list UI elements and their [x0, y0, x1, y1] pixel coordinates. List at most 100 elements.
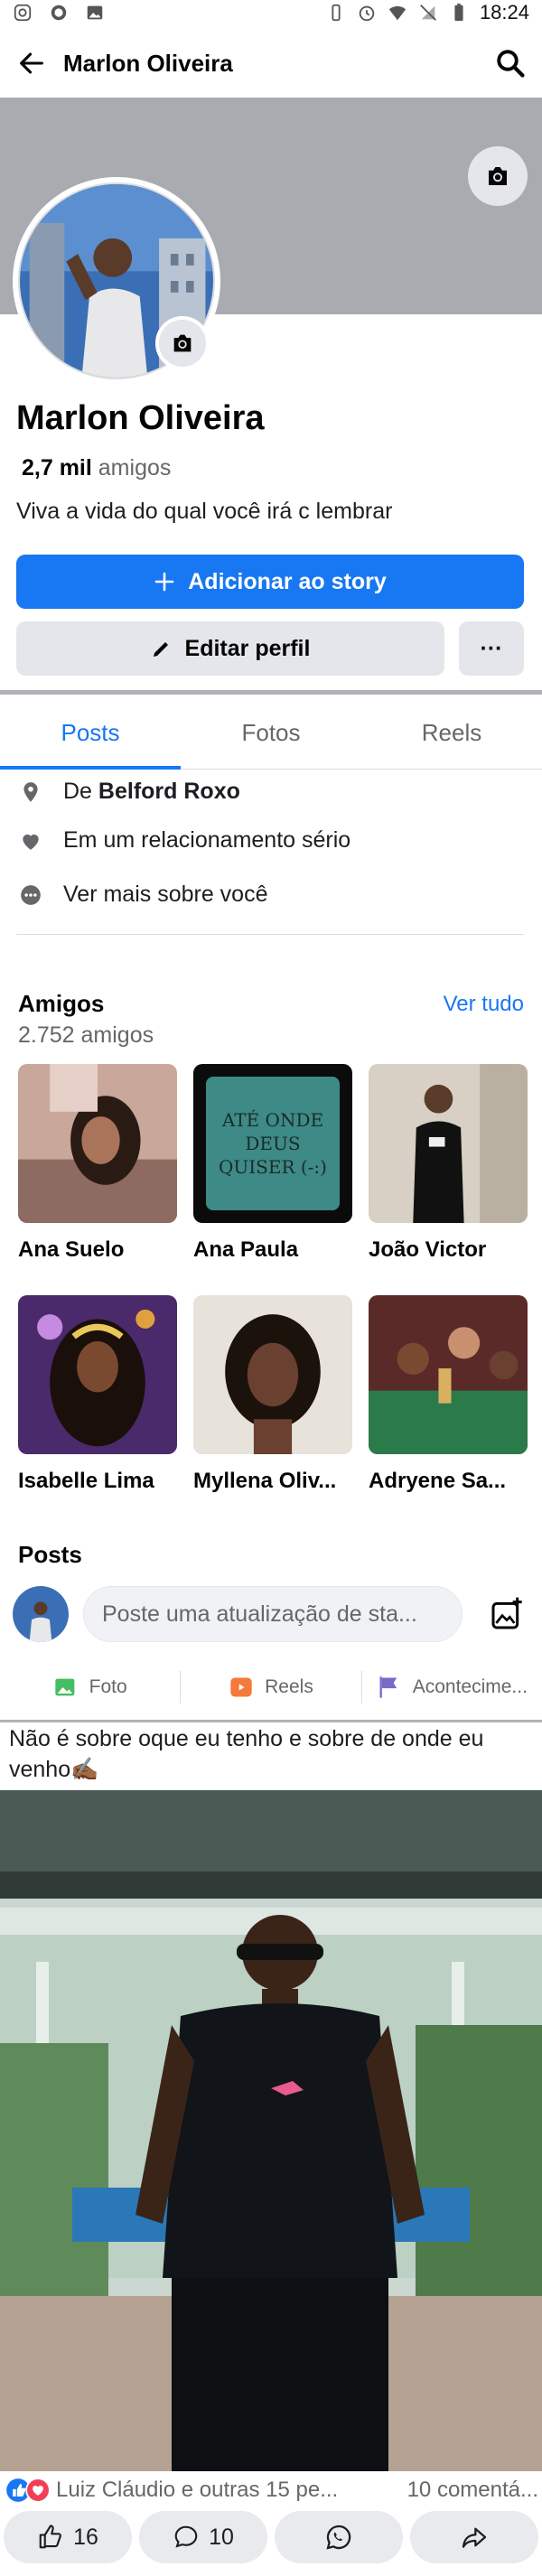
add-photo-button[interactable]	[484, 1591, 529, 1637]
gallery-icon	[87, 5, 103, 20]
friends-count-text: 2.752 amigos	[18, 1022, 154, 1048]
status-time: 18:24	[479, 1, 529, 23]
friend-name: João Victor	[369, 1237, 487, 1262]
vibrate-icon	[332, 4, 341, 22]
friend-card[interactable]: Ana Suelo	[18, 1064, 177, 1263]
edit-profile-button[interactable]: Editar perfil	[16, 621, 444, 676]
add-to-story-label: Adicionar ao story	[188, 568, 387, 594]
whatsapp-share-button[interactable]	[275, 2511, 403, 2563]
heart-icon	[18, 828, 43, 854]
flag-icon	[379, 1676, 397, 1698]
friend-photo: ATÉ ONDE DEUS QUISER (-:)	[193, 1064, 352, 1223]
like-button[interactable]: 16	[4, 2511, 132, 2563]
back-button[interactable]	[0, 36, 63, 90]
pencil-icon	[153, 642, 168, 657]
reactions-names: Luiz Cláudio e outras 15 pe...	[56, 2478, 339, 2502]
hometown-city: Belford Roxo	[98, 779, 240, 804]
more-options-button[interactable]: ···	[459, 621, 524, 676]
more-icon: ···	[480, 635, 503, 661]
edit-profile-label: Editar perfil	[184, 635, 311, 661]
arrow-left-icon	[20, 52, 43, 74]
reactions-summary[interactable]: Luiz Cláudio e outras 15 pe... 10 coment…	[5, 2473, 538, 2507]
friend-photo	[18, 1295, 177, 1454]
no-sim-icon	[420, 5, 436, 21]
tab-photos[interactable]: Fotos	[181, 697, 361, 769]
post-photo[interactable]	[0, 1790, 542, 2471]
friends-label: amigos	[98, 455, 172, 481]
love-reaction-icon	[25, 2478, 51, 2503]
life-event-label: Acontecime...	[412, 1676, 528, 1697]
header-title: Marlon Oliveira	[63, 49, 233, 77]
profile-name: Marlon Oliveira	[16, 399, 265, 437]
relationship-text: Em um relacionamento sério	[63, 827, 351, 853]
life-event-action[interactable]: Acontecime...	[362, 1675, 542, 1700]
post-text: Não é sobre oque eu tenho e sobre de ond…	[9, 1726, 484, 1782]
composer-avatar	[13, 1586, 69, 1642]
comment-count: 10	[209, 2524, 234, 2550]
friend-name: Ana Paula	[193, 1237, 299, 1262]
see-more-about-button[interactable]: Ver mais sobre você	[18, 882, 268, 908]
edit-profile-picture-button[interactable]	[155, 316, 210, 370]
reels-action-label: Reels	[265, 1676, 313, 1697]
like-count: 16	[73, 2524, 98, 2550]
friends-count-line[interactable]: 2,7 mil amigos	[22, 455, 171, 481]
instagram-icon	[14, 4, 32, 22]
more-dots-icon	[18, 882, 43, 908]
wifi-icon	[388, 5, 406, 21]
composer-input[interactable]: Poste uma atualização de sta...	[83, 1586, 463, 1642]
edit-cover-button[interactable]	[468, 146, 528, 206]
photo-add-icon	[491, 1597, 522, 1629]
composer-actions: Foto Reels Acontecime...	[0, 1662, 542, 1713]
friend-name: Myllena Oliv...	[193, 1469, 337, 1493]
comments-count-link[interactable]: 10 comentá...	[407, 2478, 538, 2503]
comment-icon	[174, 2525, 198, 2548]
profile-tabs: Posts Fotos Reels	[0, 697, 542, 770]
friend-card[interactable]: Isabelle Lima	[18, 1295, 177, 1494]
comment-button[interactable]: 10	[139, 2511, 267, 2563]
section-separator	[0, 690, 542, 695]
friend-photo	[193, 1295, 352, 1454]
reels-icon	[230, 1677, 252, 1697]
see-all-friends-link[interactable]: Ver tudo	[444, 992, 524, 1017]
alarm-icon	[359, 5, 375, 22]
friend-name: Adryene Sa...	[369, 1469, 507, 1493]
camera-icon	[489, 167, 507, 185]
top-app-bar: Marlon Oliveira	[0, 36, 542, 90]
friend-name: Ana Suelo	[18, 1237, 125, 1262]
profile-bio: Viva a vida do qual você irá c lembrar	[16, 499, 393, 524]
post-composer: Poste uma atualização de sta...	[13, 1582, 529, 1646]
location-pin-icon	[18, 779, 43, 805]
whatsapp-icon	[326, 2525, 351, 2550]
reels-action[interactable]: Reels	[181, 1675, 360, 1700]
photo-icon	[54, 1678, 74, 1696]
friend-photo	[369, 1064, 528, 1223]
friend-card[interactable]: ATÉ ONDE DEUS QUISER (-:) Ana Paula	[193, 1064, 352, 1263]
friend-card[interactable]: Myllena Oliv...	[193, 1295, 352, 1494]
chalkboard-text: ATÉ ONDE DEUS QUISER (-:)	[206, 1077, 340, 1210]
tab-reels[interactable]: Reels	[361, 697, 542, 769]
friend-photo	[369, 1295, 528, 1454]
see-more-label: Ver mais sobre você	[63, 882, 268, 907]
thumbs-up-icon	[39, 2525, 62, 2549]
section-separator	[0, 1720, 542, 1722]
photo-action[interactable]: Foto	[0, 1675, 180, 1700]
friends-count: 2,7 mil	[22, 455, 92, 481]
friends-title: Amigos	[18, 990, 105, 1017]
hometown-prefix: De	[63, 779, 92, 804]
friend-name: Isabelle Lima	[18, 1469, 154, 1493]
post-photo-image	[0, 1790, 542, 2471]
search-button[interactable]	[479, 36, 542, 90]
battery-icon	[454, 3, 463, 22]
friend-card[interactable]: Adryene Sa...	[369, 1295, 528, 1494]
tab-posts[interactable]: Posts	[0, 697, 181, 770]
share-arrow-icon	[462, 2527, 487, 2548]
friend-photo	[18, 1064, 177, 1223]
divider	[16, 934, 524, 935]
post-action-buttons: 16 10	[0, 2511, 542, 2569]
add-to-story-button[interactable]: Adicionar ao story	[16, 555, 524, 609]
detail-hometown: De Belford Roxo	[18, 779, 240, 805]
friend-card[interactable]: João Victor	[369, 1064, 528, 1263]
share-button[interactable]	[410, 2511, 538, 2563]
search-icon	[497, 50, 525, 78]
detail-relationship: Em um relacionamento sério	[18, 827, 350, 854]
